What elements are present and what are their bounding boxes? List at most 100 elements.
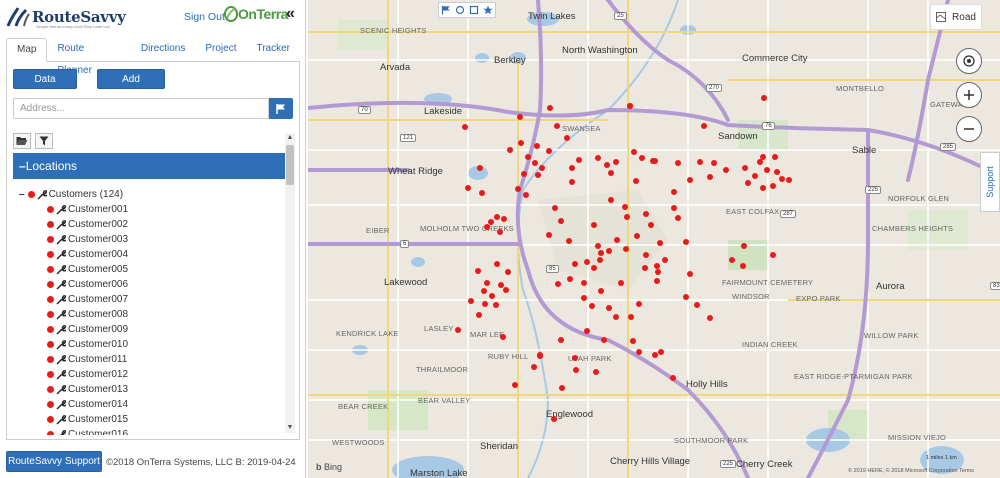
- customer-pin[interactable]: [760, 185, 766, 191]
- customer-pin[interactable]: [687, 271, 693, 277]
- customer-pin[interactable]: [573, 367, 579, 373]
- customer-pin[interactable]: [559, 385, 565, 391]
- customer-pin[interactable]: [597, 257, 603, 263]
- customer-pin[interactable]: [595, 243, 601, 249]
- locate-me-button[interactable]: [956, 48, 982, 74]
- customer-pin[interactable]: [757, 159, 763, 165]
- customer-pin[interactable]: [497, 229, 503, 235]
- customer-pin[interactable]: [591, 265, 597, 271]
- tree-item-customer[interactable]: Customer015: [13, 412, 293, 427]
- customer-pin[interactable]: [614, 237, 620, 243]
- zoom-in-button[interactable]: [956, 82, 982, 108]
- tab-directions[interactable]: Directions: [131, 38, 195, 62]
- customer-pin[interactable]: [662, 257, 668, 263]
- customer-pin[interactable]: [786, 177, 792, 183]
- customer-pin[interactable]: [627, 103, 633, 109]
- customer-pin[interactable]: [655, 269, 661, 275]
- tree-item-customer[interactable]: Customer011: [13, 352, 293, 367]
- customer-pin[interactable]: [475, 268, 481, 274]
- tree-item-customer[interactable]: Customer006: [13, 277, 293, 292]
- customer-pin[interactable]: [476, 312, 482, 318]
- filter-button[interactable]: [35, 133, 53, 149]
- locations-header[interactable]: –Locations: [13, 153, 293, 179]
- customer-pin[interactable]: [547, 105, 553, 111]
- customer-pin[interactable]: [572, 261, 578, 267]
- customer-pin[interactable]: [631, 149, 637, 155]
- customer-pin[interactable]: [764, 167, 770, 173]
- customer-pin[interactable]: [601, 337, 607, 343]
- customer-pin[interactable]: [608, 170, 614, 176]
- tab-tracker[interactable]: Tracker: [246, 38, 300, 62]
- customer-pin[interactable]: [729, 257, 735, 263]
- customer-pin[interactable]: [465, 185, 471, 191]
- customer-pin[interactable]: [589, 303, 595, 309]
- customer-pin[interactable]: [683, 294, 689, 300]
- customer-pin[interactable]: [572, 355, 578, 361]
- customer-pin[interactable]: [618, 280, 624, 286]
- customer-pin[interactable]: [634, 233, 640, 239]
- customer-pin[interactable]: [488, 219, 494, 225]
- customer-pin[interactable]: [477, 165, 483, 171]
- customer-pin[interactable]: [584, 259, 590, 265]
- map-style-button[interactable]: Road: [930, 4, 982, 30]
- open-folder-button[interactable]: [13, 133, 31, 149]
- customer-pin[interactable]: [613, 159, 619, 165]
- customer-pin[interactable]: [657, 240, 663, 246]
- customer-pin[interactable]: [770, 183, 776, 189]
- customer-pin[interactable]: [658, 349, 664, 355]
- customer-pin[interactable]: [654, 278, 660, 284]
- customer-pin[interactable]: [552, 205, 558, 211]
- draw-pin-button[interactable]: [439, 3, 453, 17]
- tree-item-customer[interactable]: Customer016: [13, 427, 293, 435]
- customer-pin[interactable]: [604, 162, 610, 168]
- collapse-icon[interactable]: –: [19, 189, 25, 200]
- tab-route-planner[interactable]: Route Planner: [47, 38, 130, 76]
- customer-pin[interactable]: [581, 295, 587, 301]
- customer-pin[interactable]: [558, 337, 564, 343]
- customer-pin[interactable]: [687, 177, 693, 183]
- customer-pin[interactable]: [741, 243, 747, 249]
- customer-pin[interactable]: [567, 276, 573, 282]
- customer-pin[interactable]: [774, 169, 780, 175]
- customer-pin[interactable]: [642, 265, 648, 271]
- customer-pin[interactable]: [740, 263, 746, 269]
- customer-pin[interactable]: [742, 165, 748, 171]
- customer-pin[interactable]: [622, 204, 628, 210]
- customer-pin[interactable]: [608, 197, 614, 203]
- address-input[interactable]: [13, 98, 269, 119]
- customer-pin[interactable]: [515, 186, 521, 192]
- customer-pin[interactable]: [493, 302, 499, 308]
- customer-pin[interactable]: [630, 338, 636, 344]
- draw-circle-button[interactable]: [453, 3, 467, 17]
- customer-pin[interactable]: [468, 298, 474, 304]
- customer-pin[interactable]: [701, 123, 707, 129]
- customer-pin[interactable]: [500, 334, 506, 340]
- tree-group-customers[interactable]: – Customers (124): [13, 187, 293, 202]
- collapse-panel-icon[interactable]: «: [286, 5, 295, 23]
- customer-pin[interactable]: [595, 155, 601, 161]
- routesavvy-support-button[interactable]: RouteSavvy Support: [6, 451, 102, 472]
- customer-pin[interactable]: [494, 214, 500, 220]
- customer-pin[interactable]: [643, 252, 649, 258]
- customer-pin[interactable]: [489, 293, 495, 299]
- customer-pin[interactable]: [558, 218, 564, 224]
- tree-item-customer[interactable]: Customer004: [13, 247, 293, 262]
- customer-pin[interactable]: [752, 173, 758, 179]
- customer-pin[interactable]: [770, 252, 776, 258]
- customer-pin[interactable]: [675, 160, 681, 166]
- customer-pin[interactable]: [683, 239, 689, 245]
- customer-pin[interactable]: [636, 349, 642, 355]
- customer-pin[interactable]: [479, 190, 485, 196]
- customer-pin[interactable]: [555, 281, 561, 287]
- customer-pin[interactable]: [525, 154, 531, 160]
- customer-pin[interactable]: [503, 287, 509, 293]
- customer-pin[interactable]: [670, 375, 676, 381]
- customer-pin[interactable]: [505, 269, 511, 275]
- customer-pin[interactable]: [494, 261, 500, 267]
- scroll-up-icon[interactable]: ▲: [285, 133, 295, 143]
- customer-pin[interactable]: [643, 211, 649, 217]
- customer-pin[interactable]: [745, 180, 751, 186]
- zoom-out-button[interactable]: [956, 116, 982, 142]
- customer-pin[interactable]: [569, 179, 575, 185]
- customer-pin[interactable]: [591, 222, 597, 228]
